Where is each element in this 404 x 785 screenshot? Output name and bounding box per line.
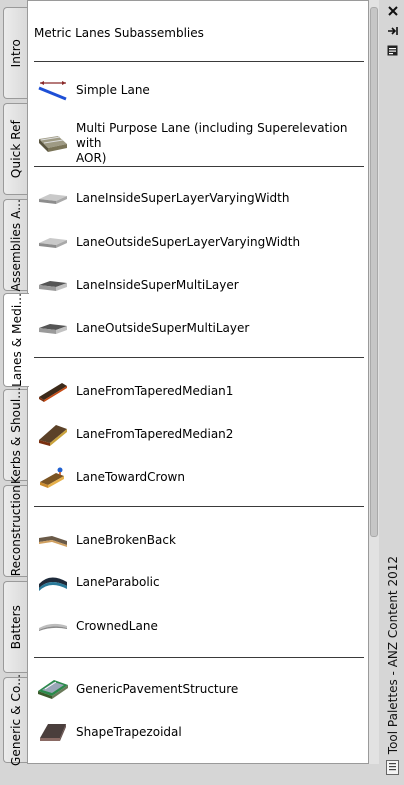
tab-label: Lanes & Medi... <box>9 293 24 387</box>
tool-label: CrownedLane <box>76 618 158 633</box>
tab-intro[interactable]: Intro <box>3 7 28 99</box>
crowned-lane-icon <box>36 613 70 639</box>
tab-quick-ref[interactable]: Quick Ref <box>3 103 28 195</box>
tool-label-line1: Multi Purpose Lane (including Supereleva… <box>76 121 348 150</box>
properties-icon[interactable] <box>385 44 400 57</box>
multilayer-slab-icon <box>36 315 70 341</box>
tool-label: GenericPavementStructure <box>76 681 239 696</box>
tool-label: LaneOutsideSuperMultiLayer <box>76 320 250 335</box>
simple-lane-icon <box>36 77 70 103</box>
tool-lane-broken-back[interactable]: LaneBrokenBack <box>36 527 366 553</box>
scrollbar-thumb[interactable] <box>370 7 378 537</box>
tool-generic-pavement-structure[interactable]: GenericPavementStructure <box>36 676 366 702</box>
tool-lane-from-tapered-median-2[interactable]: LaneFromTaperedMedian2 <box>36 421 366 447</box>
tab-label: Kerbs & Shoul... <box>9 386 23 484</box>
palette-menu-icon[interactable] <box>386 760 399 775</box>
tool-shape-trapezoidal[interactable]: ShapeTrapezoidal <box>36 719 366 745</box>
tab-assemblies[interactable]: Assemblies A... <box>3 199 28 291</box>
tab-batters[interactable]: Batters <box>3 581 28 673</box>
tool-simple-lane[interactable]: Simple Lane <box>36 77 366 103</box>
layer-slab-icon <box>36 229 70 255</box>
pavement-structure-icon <box>36 676 70 702</box>
vertical-scrollbar[interactable] <box>369 0 379 764</box>
separator <box>34 657 364 658</box>
tool-lane-parabolic[interactable]: LaneParabolic <box>36 569 366 595</box>
window-title-text: Tool Palettes - ANZ Content 2012 <box>386 555 400 755</box>
tool-label: LaneParabolic <box>76 574 160 589</box>
palette-section-header: Metric Lanes Subassemblies <box>34 26 204 40</box>
separator <box>34 506 364 507</box>
tab-label: Batters <box>9 604 23 650</box>
layer-slab-icon <box>36 185 70 211</box>
tool-label: LaneInsideSuperLayerVaryingWidth <box>76 190 290 205</box>
tool-label: Multi Purpose Lane (including Supereleva… <box>70 121 366 166</box>
tool-label: LaneFromTaperedMedian2 <box>76 426 234 441</box>
tool-lane-inside-super-layer-varying-width[interactable]: LaneInsideSuperLayerVaryingWidth <box>36 185 366 211</box>
close-icon[interactable] <box>385 4 400 17</box>
tool-crowned-lane[interactable]: CrownedLane <box>36 613 366 639</box>
tool-lane-toward-crown[interactable]: LaneTowardCrown <box>36 464 366 490</box>
parabolic-icon <box>36 569 70 595</box>
tab-label: Quick Ref <box>9 119 23 179</box>
tool-label: LaneInsideSuperMultiLayer <box>76 277 239 292</box>
tab-label: Assemblies A... <box>9 198 23 292</box>
tool-lane-inside-super-multilayer[interactable]: LaneInsideSuperMultiLayer <box>36 272 366 298</box>
tool-label-line2: AOR) <box>76 151 107 165</box>
tab-reconstruction[interactable]: Reconstruction <box>3 485 28 577</box>
separator <box>34 763 364 764</box>
tool-label: Simple Lane <box>76 82 150 97</box>
tool-palette-panel: Metric Lanes Subassemblies Simple Lane M… <box>27 0 369 764</box>
tool-label: LaneTowardCrown <box>76 469 185 484</box>
palette-title-bar[interactable]: Tool Palettes - ANZ Content 2012 <box>381 0 404 785</box>
tab-lanes-medians[interactable]: Lanes & Medi... <box>3 293 29 387</box>
tapered-median-icon <box>36 421 70 447</box>
window-title: Tool Palettes - ANZ Content 2012 <box>383 556 403 754</box>
tool-lane-from-tapered-median-1[interactable]: LaneFromTaperedMedian1 <box>36 378 366 404</box>
separator <box>34 357 364 358</box>
lane-toward-crown-icon <box>36 464 70 490</box>
tab-label: Reconstruction <box>9 485 23 577</box>
auto-hide-icon[interactable] <box>385 24 400 37</box>
tool-lane-outside-super-layer-varying-width[interactable]: LaneOutsideSuperLayerVaryingWidth <box>36 229 366 255</box>
tab-generic[interactable]: Generic & Co... <box>3 674 28 766</box>
palette-tab-strip: Intro Quick Ref Assemblies A... Lanes & … <box>0 0 29 785</box>
trapezoid-shape-icon <box>36 719 70 745</box>
multilayer-slab-icon <box>36 272 70 298</box>
separator <box>34 61 364 62</box>
tool-label: LaneOutsideSuperLayerVaryingWidth <box>76 234 301 249</box>
broken-back-icon <box>36 527 70 553</box>
tool-label: LaneBrokenBack <box>76 532 176 547</box>
tool-label: LaneFromTaperedMedian1 <box>76 383 234 398</box>
tab-label: Intro <box>9 38 23 68</box>
multi-purpose-lane-icon <box>36 131 70 157</box>
tab-label: Generic & Co... <box>9 674 23 766</box>
tapered-median-icon <box>36 378 70 404</box>
separator <box>34 166 364 167</box>
tool-label: ShapeTrapezoidal <box>76 724 182 739</box>
tool-multi-purpose-lane[interactable]: Multi Purpose Lane (including Supereleva… <box>36 121 366 166</box>
tab-kerbs-shoulders[interactable]: Kerbs & Shoul... <box>3 386 28 484</box>
tool-lane-outside-super-multilayer[interactable]: LaneOutsideSuperMultiLayer <box>36 315 366 341</box>
